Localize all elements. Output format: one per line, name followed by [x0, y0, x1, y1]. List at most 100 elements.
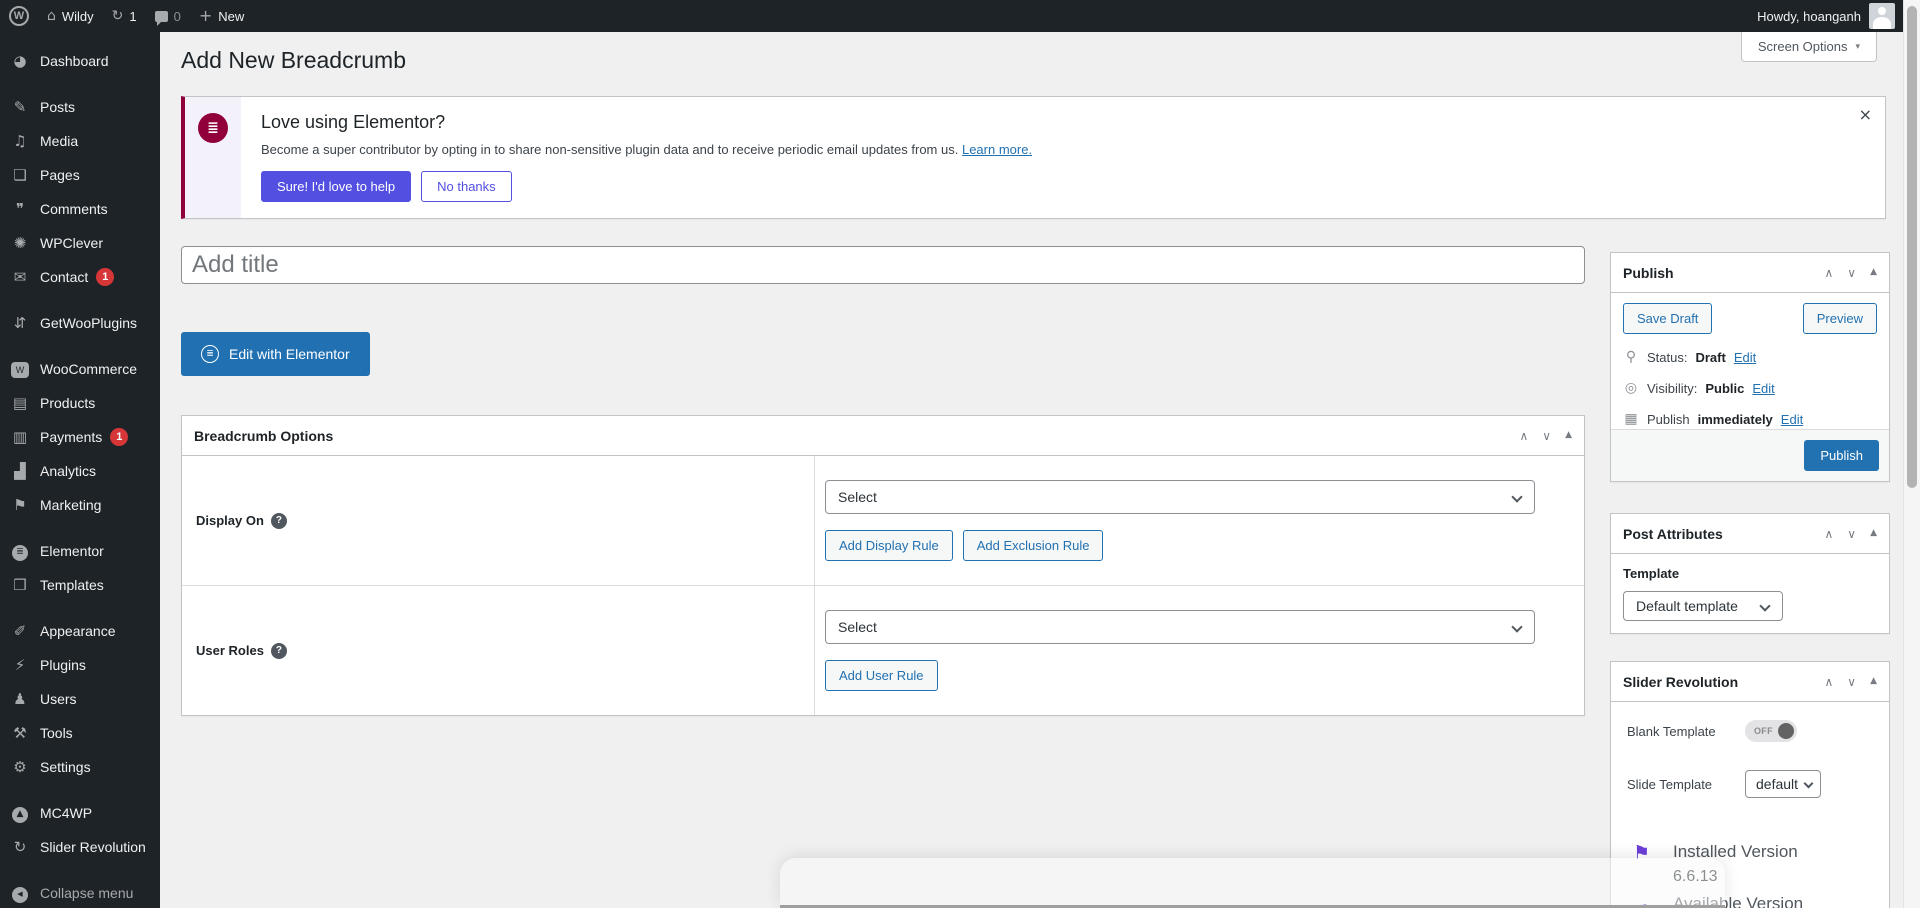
sidebar-item-mc4wp[interactable]: ▲ MC4WP: [0, 796, 160, 830]
sidebar-item-getwooplugins[interactable]: ⇵ GetWooPlugins: [0, 306, 160, 340]
sidebar-item-label: Plugins: [40, 657, 86, 673]
template-select[interactable]: Default template: [1623, 591, 1783, 621]
move-up-icon[interactable]: ∧: [1519, 430, 1528, 442]
toggle-panel-icon[interactable]: ▲: [1565, 431, 1572, 440]
comments-menu[interactable]: 0: [146, 0, 190, 32]
move-down-icon[interactable]: ∨: [1542, 430, 1551, 442]
products-icon: ▤: [12, 394, 28, 412]
collapse-menu-button[interactable]: ◀ Collapse menu: [0, 876, 160, 908]
add-user-rule-button[interactable]: Add User Rule: [825, 660, 938, 691]
edit-status-link[interactable]: Edit: [1734, 350, 1756, 365]
template-select-value: Default template: [1636, 598, 1738, 614]
help-icon[interactable]: ?: [270, 642, 287, 659]
scrollbar-track[interactable]: [1903, 0, 1920, 908]
move-down-icon[interactable]: ∨: [1847, 528, 1856, 540]
screen-options-label: Screen Options: [1757, 39, 1848, 54]
sidebar-item-plugins[interactable]: ⚡ Plugins: [0, 648, 160, 682]
move-up-icon[interactable]: ∧: [1824, 267, 1833, 279]
sidebar-item-tools[interactable]: ⚒ Tools: [0, 716, 160, 750]
sidebar-item-settings[interactable]: ⚙ Settings: [0, 750, 160, 784]
howdy-account-menu[interactable]: Howdy, hoanganh: [1757, 9, 1861, 24]
wpclever-icon: ✺: [13, 234, 27, 252]
scrollbar-thumb[interactable]: [1907, 6, 1917, 488]
opt-in-button[interactable]: Sure! I'd love to help: [261, 171, 412, 202]
screen-options-button[interactable]: Screen Options ▾: [1740, 32, 1877, 62]
notice-close-icon[interactable]: ×: [1859, 107, 1872, 123]
sidebar-item-label: WooCommerce: [40, 361, 137, 377]
home-icon: ⌂: [47, 8, 56, 24]
add-exclusion-rule-button[interactable]: Add Exclusion Rule: [962, 530, 1104, 561]
wp-logo-menu[interactable]: W: [0, 0, 38, 32]
sidebar-item-media[interactable]: ♫ Media: [0, 124, 160, 158]
display-on-row: Display On ? Select Add Display Rule Add…: [182, 456, 1584, 586]
blank-template-row: Blank Template OFF: [1627, 720, 1873, 742]
edit-visibility-link[interactable]: Edit: [1752, 381, 1774, 396]
toggle-panel-icon[interactable]: ▲: [1870, 677, 1877, 686]
woocommerce-icon: W: [9, 360, 31, 379]
sidebar-item-marketing[interactable]: ⚑ Marketing: [0, 488, 160, 522]
site-name: Wildy: [61, 8, 94, 24]
sidebar-item-label: Templates: [40, 577, 104, 593]
no-thanks-button[interactable]: No thanks: [421, 171, 512, 202]
elementor-icon: ≣: [9, 541, 31, 561]
move-down-icon[interactable]: ∨: [1847, 676, 1856, 688]
sidebar-item-posts[interactable]: ✎ Posts: [0, 90, 160, 124]
sidebar-item-templates[interactable]: ❒ Templates: [0, 568, 160, 602]
sidebar-item-products[interactable]: ▤ Products: [0, 386, 160, 420]
help-icon[interactable]: ?: [270, 512, 287, 529]
schedule-label: Publish: [1647, 411, 1690, 427]
sidebar-item-woocommerce[interactable]: W WooCommerce: [0, 352, 160, 386]
toggle-panel-icon[interactable]: ▲: [1870, 268, 1877, 277]
edit-schedule-link[interactable]: Edit: [1781, 412, 1803, 427]
elementor-notice: ≣ Love using Elementor? Become a super c…: [181, 96, 1886, 219]
new-content-menu[interactable]: + New: [190, 0, 253, 32]
move-down-icon[interactable]: ∨: [1847, 267, 1856, 279]
sidebar-item-payments[interactable]: ▥ Payments 1: [0, 420, 160, 454]
slide-template-select[interactable]: default: [1745, 770, 1821, 798]
slider-revolution-icon: ↻: [13, 838, 27, 856]
sidebar-item-elementor[interactable]: ≣ Elementor: [0, 534, 160, 568]
collapse-arrow-icon: ◀: [9, 883, 31, 903]
sidebar-item-comments[interactable]: ❞ Comments: [0, 192, 160, 226]
user-roles-select[interactable]: Select: [825, 610, 1535, 644]
sidebar-item-appearance[interactable]: ✐ Appearance: [0, 614, 160, 648]
learn-more-link[interactable]: Learn more.: [962, 142, 1032, 157]
save-draft-button[interactable]: Save Draft: [1623, 303, 1713, 334]
site-menu[interactable]: ⌂ Wildy: [38, 0, 103, 32]
templates-folder-icon: ❒: [13, 576, 27, 594]
elementor-logo-icon: ≣: [198, 113, 228, 143]
sidebar-item-contact[interactable]: ✉ Contact 1: [0, 260, 160, 294]
toggle-panel-icon[interactable]: ▲: [1870, 529, 1877, 538]
metabox-title: Slider Revolution: [1623, 673, 1739, 690]
edit-with-elementor-button[interactable]: ≣ Edit with Elementor: [181, 332, 370, 376]
admin-bar: W ⌂ Wildy ↻ 1 0 + New Howdy, hoanganh: [0, 0, 1903, 32]
sidebar-item-slider-revolution[interactable]: ↻ Slider Revolution: [0, 830, 160, 864]
breadcrumb-options-header[interactable]: Breadcrumb Options ∧ ∨ ▲: [182, 416, 1584, 456]
dashboard-icon: ◕: [13, 52, 27, 70]
sidebar-item-analytics[interactable]: ▟ Analytics: [0, 454, 160, 488]
display-on-select[interactable]: Select: [825, 480, 1535, 514]
blank-template-toggle[interactable]: OFF: [1745, 720, 1797, 742]
status-pin-icon: ⚲: [1625, 349, 1637, 365]
sidebar-item-users[interactable]: ♟ Users: [0, 682, 160, 716]
user-avatar[interactable]: [1869, 3, 1895, 29]
sidebar-item-label: Users: [40, 691, 77, 707]
preview-button[interactable]: Preview: [1802, 303, 1877, 334]
publish-button[interactable]: Publish: [1804, 440, 1879, 471]
updates-menu[interactable]: ↻ 1: [103, 0, 146, 32]
post-attributes-metabox: Post Attributes ∧ ∨ ▲ Template Default t…: [1610, 513, 1890, 634]
sidebar-item-dashboard[interactable]: ◕ Dashboard: [0, 44, 160, 78]
publish-header[interactable]: Publish ∧ ∨ ▲: [1611, 253, 1889, 293]
sidebar-item-pages[interactable]: ❏ Pages: [0, 158, 160, 192]
move-up-icon[interactable]: ∧: [1824, 528, 1833, 540]
slider-revolution-header[interactable]: Slider Revolution ∧ ∨ ▲: [1611, 662, 1889, 702]
schedule-row: ▦ Publish immediately Edit: [1623, 411, 1877, 427]
calendar-icon: ▦: [1624, 411, 1638, 427]
post-title-input[interactable]: [181, 246, 1585, 284]
move-up-icon[interactable]: ∧: [1824, 676, 1833, 688]
notice-logo-strip: ≣: [185, 97, 241, 218]
add-display-rule-button[interactable]: Add Display Rule: [825, 530, 953, 561]
post-attributes-header[interactable]: Post Attributes ∧ ∨ ▲: [1611, 514, 1889, 554]
sidebar-item-wpclever[interactable]: ✺ WPClever: [0, 226, 160, 260]
visibility-row: ◎ Visibility: Public Edit: [1623, 380, 1877, 396]
